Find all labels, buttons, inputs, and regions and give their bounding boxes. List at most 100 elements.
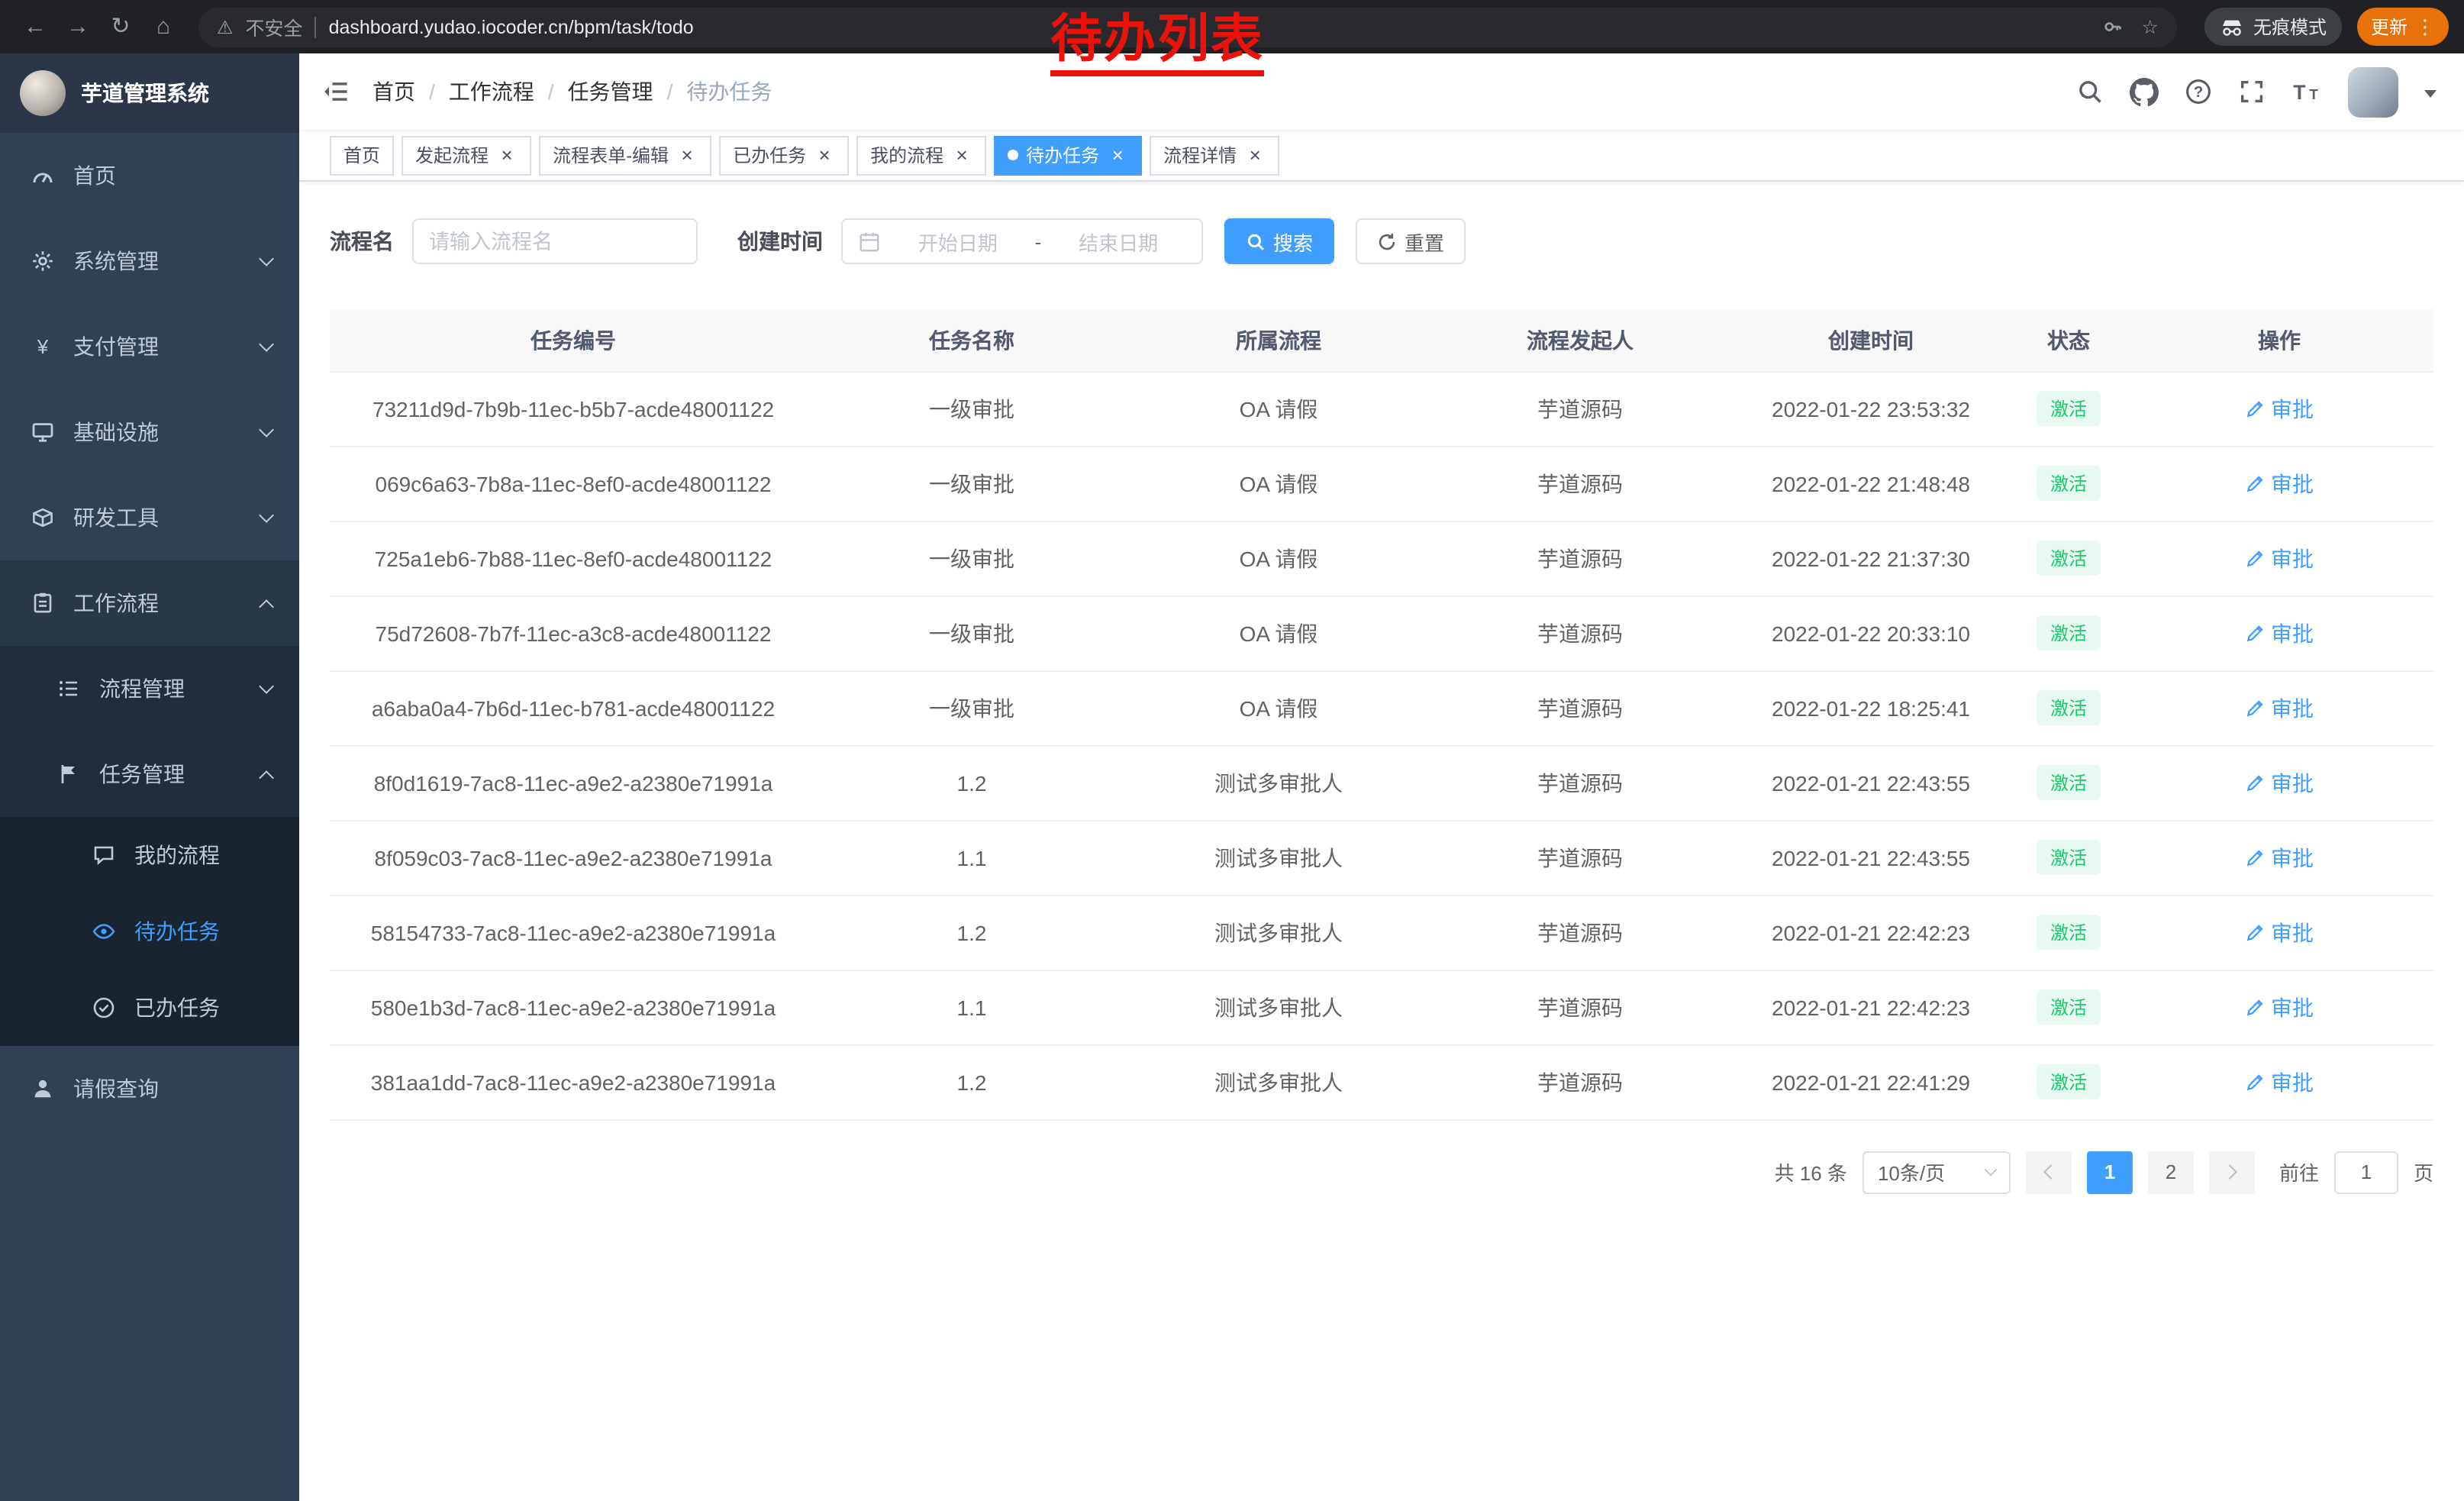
tab-launch-process[interactable]: 发起流程×	[402, 135, 531, 175]
back-icon[interactable]: ←	[15, 7, 55, 47]
breadcrumb-workflow[interactable]: 工作流程	[449, 76, 534, 107]
forward-icon[interactable]: →	[58, 7, 98, 47]
more-icon[interactable]: ⋮	[2415, 15, 2435, 39]
user-avatar[interactable]	[2348, 66, 2398, 117]
workflow-icon	[31, 591, 55, 615]
sidebar-item-done-tasks[interactable]: 已办任务	[0, 970, 299, 1046]
tab-todo-tasks[interactable]: 待办任务×	[994, 135, 1142, 175]
home-icon[interactable]: ⌂	[144, 7, 183, 47]
update-button[interactable]: 更新 ⋮	[2357, 8, 2449, 46]
warning-icon: ⚠	[217, 16, 234, 37]
main-area: 首页 / 工作流程 / 任务管理 / 待办任务 ? TT	[299, 53, 2464, 1501]
cell-task-id: 58154733-7ac8-11ec-a9e2-a2380e71991a	[330, 895, 817, 970]
process-name-field[interactable]	[412, 218, 698, 264]
reset-button[interactable]: 重置	[1356, 218, 1466, 264]
tab-process-detail[interactable]: 流程详情×	[1150, 135, 1279, 175]
edit-icon	[2245, 698, 2265, 718]
incognito-label: 无痕模式	[2253, 14, 2327, 40]
breadcrumb-home[interactable]: 首页	[373, 76, 415, 107]
sidebar-item-task-mgmt[interactable]: 任务管理	[0, 731, 299, 817]
search-button[interactable]: 搜索	[1224, 218, 1334, 264]
approve-link[interactable]: 审批	[2245, 767, 2314, 798]
approve-link[interactable]: 审批	[2245, 1067, 2314, 1097]
approve-link[interactable]: 审批	[2245, 543, 2314, 573]
cell-process: OA 请假	[1127, 446, 1430, 521]
cell-task-id: 8f0d1619-7ac8-11ec-a9e2-a2380e71991a	[330, 745, 817, 820]
sidebar-item-system-mgmt[interactable]: 系统管理	[0, 218, 299, 304]
sidebar-item-workflow[interactable]: 工作流程	[0, 560, 299, 646]
next-page-button[interactable]	[2209, 1151, 2255, 1193]
page-button-1[interactable]: 1	[2087, 1151, 2133, 1193]
breadcrumb-task-mgmt[interactable]: 任务管理	[568, 76, 653, 107]
close-icon[interactable]: ×	[1244, 144, 1266, 166]
font-size-icon[interactable]: TT	[2291, 78, 2322, 105]
sidebar-item-infrastructure[interactable]: 基础设施	[0, 389, 299, 475]
close-icon[interactable]: ×	[951, 144, 972, 166]
approve-link[interactable]: 审批	[2245, 468, 2314, 499]
app-logo[interactable]: 芋道管理系统	[0, 53, 299, 133]
sidebar-item-label: 待办任务	[134, 916, 220, 947]
star-icon[interactable]: ☆	[2142, 15, 2159, 38]
header-initiator: 流程发起人	[1430, 310, 1730, 371]
approve-link[interactable]: 审批	[2245, 917, 2314, 947]
calendar-icon	[858, 230, 881, 253]
cell-action: 审批	[2125, 820, 2433, 895]
edit-icon	[2245, 399, 2265, 418]
close-icon[interactable]: ×	[496, 144, 518, 166]
sidebar-item-label: 基础设施	[73, 417, 159, 447]
question-icon[interactable]: ?	[2185, 78, 2212, 105]
pagination: 共 16 条 10条/页 1 2 前往 页	[330, 1151, 2433, 1193]
sidebar-item-process-mgmt[interactable]: 流程管理	[0, 646, 299, 731]
header-process: 所属流程	[1127, 310, 1430, 371]
tab-my-process[interactable]: 我的流程×	[856, 135, 986, 175]
sidebar-item-dev-tools[interactable]: 研发工具	[0, 475, 299, 560]
status-badge: 激活	[2037, 391, 2101, 426]
tab-home[interactable]: 首页	[330, 135, 394, 175]
sidebar-toggle-button[interactable]	[299, 53, 373, 130]
sidebar-item-todo-tasks[interactable]: 待办任务	[0, 893, 299, 970]
cell-created: 2022-01-22 18:25:41	[1730, 670, 2012, 745]
task-flag-icon	[56, 762, 81, 786]
sidebar-item-payment-mgmt[interactable]: ¥ 支付管理	[0, 304, 299, 389]
date-range-picker[interactable]: 开始日期 - 结束日期	[841, 218, 1203, 264]
close-icon[interactable]: ×	[676, 144, 698, 166]
cell-action: 审批	[2125, 670, 2433, 745]
reload-icon[interactable]: ↻	[101, 7, 140, 47]
breadcrumb: 首页 / 工作流程 / 任务管理 / 待办任务	[373, 76, 772, 107]
tab-done-tasks[interactable]: 已办任务×	[719, 135, 849, 175]
page-button-2[interactable]: 2	[2148, 1151, 2194, 1193]
process-name-label: 流程名	[330, 226, 394, 257]
approve-link[interactable]: 审批	[2245, 618, 2314, 648]
cell-task-name: 一级审批	[817, 596, 1127, 670]
cell-created: 2022-01-22 21:48:48	[1730, 446, 2012, 521]
start-date-placeholder: 开始日期	[890, 227, 1026, 256]
sidebar-item-home[interactable]: 首页	[0, 133, 299, 218]
sidebar-item-leave-query[interactable]: 请假查询	[0, 1046, 299, 1131]
yen-icon: ¥	[31, 334, 55, 359]
fullscreen-icon[interactable]	[2238, 78, 2266, 105]
hamburger-icon	[322, 78, 350, 105]
github-icon[interactable]	[2130, 77, 2159, 106]
chevron-down-icon	[259, 336, 274, 351]
approve-link[interactable]: 审批	[2245, 393, 2314, 424]
search-icon[interactable]	[2076, 78, 2104, 105]
svg-text:¥: ¥	[37, 335, 49, 358]
goto-page-input[interactable]	[2334, 1151, 2398, 1193]
filter-bar: 流程名 创建时间 开始日期 - 结束日期 搜索	[330, 218, 2433, 264]
cell-created: 2022-01-22 20:33:10	[1730, 596, 2012, 670]
page-size-select[interactable]: 10条/页	[1863, 1151, 2011, 1193]
close-icon[interactable]: ×	[1107, 144, 1128, 166]
sidebar-item-my-process[interactable]: 我的流程	[0, 817, 299, 893]
tab-process-form-edit[interactable]: 流程表单-编辑×	[539, 135, 711, 175]
process-name-input[interactable]	[429, 230, 681, 253]
cell-action: 审批	[2125, 745, 2433, 820]
key-icon[interactable]	[2101, 15, 2124, 38]
approve-link[interactable]: 审批	[2245, 992, 2314, 1022]
status-badge: 激活	[2037, 840, 2101, 875]
table-row: 381aa1dd-7ac8-11ec-a9e2-a2380e71991a 1.2…	[330, 1044, 2433, 1119]
close-icon[interactable]: ×	[814, 144, 835, 166]
security-label: 不安全	[246, 12, 303, 41]
approve-link[interactable]: 审批	[2245, 842, 2314, 873]
prev-page-button[interactable]	[2026, 1151, 2072, 1193]
approve-link[interactable]: 审批	[2245, 692, 2314, 723]
